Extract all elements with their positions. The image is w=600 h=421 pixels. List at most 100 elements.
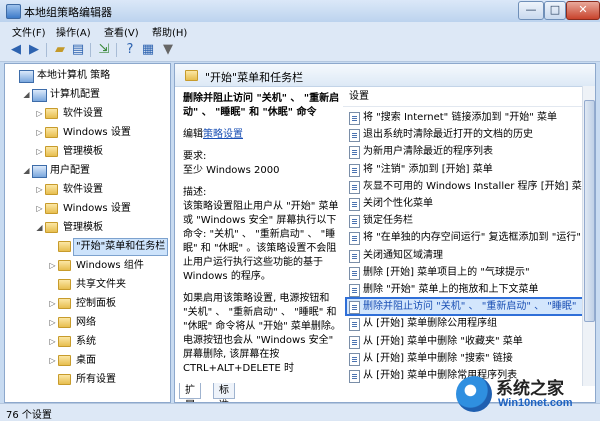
tree-item[interactable]: ▷ Windows 设置 xyxy=(5,201,170,217)
setting-row[interactable]: 将 "在单独的内存空间运行" 复选框添加到 "运行" 对 xyxy=(347,230,583,246)
policy-setting-icon xyxy=(349,266,360,280)
menu-view[interactable]: 查看(V) xyxy=(104,24,139,39)
setting-row[interactable]: 将 "搜索 Internet" 链接添加到 "开始" 菜单 xyxy=(347,110,583,125)
tree-expander-icon[interactable]: ▷ xyxy=(48,334,57,350)
edit-policy-link[interactable]: 策略设置 xyxy=(203,129,243,140)
tree-item[interactable]: ▷ 控制面板 xyxy=(5,296,170,312)
folder-icon xyxy=(185,70,198,81)
scrollbar-thumb[interactable] xyxy=(584,100,595,322)
tree-expander-icon[interactable]: ▷ xyxy=(35,106,44,122)
maximize-button[interactable]: □ xyxy=(544,1,566,20)
tree-expander-icon[interactable]: ▷ xyxy=(48,258,57,274)
policy-setting-icon xyxy=(349,352,360,366)
tree-item[interactable]: ▷ 软件设置 xyxy=(5,182,170,198)
filter-icon[interactable]: ▼ xyxy=(160,42,176,58)
tree-expander-icon[interactable]: ▷ xyxy=(35,182,44,198)
toolbar-separator xyxy=(116,43,117,57)
description-text-2: 如果启用该策略设置, 电源按钮和 "关机" 、 "重新启动" 、 "睡眠" 和 … xyxy=(183,293,341,374)
setting-row[interactable]: 关闭通知区域清理 xyxy=(347,248,583,263)
folder-icon xyxy=(45,108,58,119)
setting-row[interactable]: 从 [开始] 菜单中删除 "收藏夹" 菜单 xyxy=(347,334,583,349)
tree-item[interactable]: ◢ 计算机配置 xyxy=(5,87,170,103)
menu-file[interactable]: 文件(F) xyxy=(12,24,46,39)
properties-icon[interactable]: ▦ xyxy=(140,42,156,58)
setting-name: 将 "在单独的内存空间运行" 复选框添加到 "运行" 对 xyxy=(363,232,583,244)
setting-row[interactable]: 删除 [开始] 菜单项目上的 "气球提示" xyxy=(347,265,583,280)
setting-row[interactable]: 从 [开始] 菜单删除公用程序组 xyxy=(347,316,583,332)
tree-item[interactable]: ▷ 软件设置 xyxy=(5,106,170,122)
setting-row[interactable]: 删除 "开始" 菜单上的拖放和上下文菜单 xyxy=(347,282,583,297)
show-hide-tree-icon[interactable]: ▤ xyxy=(70,42,86,58)
tree-expander-icon[interactable]: ▷ xyxy=(48,353,57,369)
tree-item[interactable]: "开始"菜单和任务栏 xyxy=(5,238,170,256)
tree-expander-icon[interactable]: ▷ xyxy=(48,315,57,331)
setting-row[interactable]: 删除并阻止访问 "关机" 、 "重新启动" 、 "睡眠" xyxy=(345,297,585,317)
settings-list[interactable]: 设置 将 "搜索 Internet" 链接添加到 "开始" 菜单退出系统时清除最… xyxy=(343,86,595,386)
pane-header: "开始"菜单和任务栏 xyxy=(175,64,595,87)
requirements-label: 要求: xyxy=(183,151,207,162)
setting-row[interactable]: 退出系统时清除最近打开的文档的历史 xyxy=(347,127,583,143)
tree-item[interactable]: 共享文件夹 xyxy=(5,277,170,293)
policy-setting-icon xyxy=(349,146,360,160)
policy-setting-icon xyxy=(349,284,360,297)
setting-name: 从 [开始] 菜单中删除 "搜索" 链接 xyxy=(363,352,513,364)
menu-action[interactable]: 操作(A) xyxy=(56,24,91,39)
up-folder-icon[interactable]: ▰ xyxy=(52,42,68,58)
tree-item-label: 计算机配置 xyxy=(50,89,100,100)
requirements: 要求: 至少 Windows 2000 xyxy=(183,150,341,178)
folder-icon xyxy=(58,374,71,385)
export-list-icon[interactable]: ⇲ xyxy=(96,42,112,58)
back-arrow-icon[interactable]: ◀ xyxy=(8,42,24,58)
tree-item[interactable]: ▷ Windows 组件 xyxy=(5,258,170,274)
tree-item[interactable]: ▷ 网络 xyxy=(5,315,170,331)
tree-item[interactable]: ◢ 管理模板 xyxy=(5,220,170,236)
tree-item[interactable]: 所有设置 xyxy=(5,372,170,388)
policy-tree[interactable]: 本地计算机 策略 ◢ 计算机配置 ▷ 软件设置 ▷ Windows 设置 ▷ 管理模板 ◢ 用户配置… xyxy=(4,63,171,403)
setting-row[interactable]: 将 "注销" 添加到 [开始] 菜单 xyxy=(347,162,583,177)
watermark-text: 系统之家 xyxy=(496,379,564,399)
menu-help[interactable]: 帮助(H) xyxy=(152,24,187,39)
tree-expander-icon[interactable]: ▷ xyxy=(35,125,44,141)
vertical-scrollbar[interactable] xyxy=(582,86,595,386)
tree-expander-icon[interactable]: ◢ xyxy=(35,220,44,236)
setting-row[interactable]: 锁定任务栏 xyxy=(347,213,583,229)
folder-icon xyxy=(58,298,71,309)
tree-expander-icon[interactable]: ◢ xyxy=(22,87,31,103)
tree-item[interactable]: 本地计算机 策略 xyxy=(5,68,170,84)
tree-expander-icon[interactable]: ▷ xyxy=(48,296,57,312)
tree-item[interactable]: ▷ 桌面 xyxy=(5,353,170,369)
tree-item[interactable]: ▷ 管理模板 xyxy=(5,144,170,160)
minimize-button[interactable]: — xyxy=(518,1,544,20)
tree-expander-icon[interactable]: ▷ xyxy=(35,201,44,217)
tree-expander-icon[interactable]: ◢ xyxy=(22,163,31,179)
folder-icon xyxy=(58,317,71,328)
computer-icon xyxy=(32,89,47,102)
policy-setting-icon xyxy=(349,318,360,332)
setting-name: 从 [开始] 菜单删除公用程序组 xyxy=(363,318,498,330)
setting-name: 关闭通知区域清理 xyxy=(363,249,443,261)
watermark-logo: 系统之家 Win10net.com xyxy=(450,372,600,419)
folder-icon xyxy=(45,127,58,138)
tree-expander-icon[interactable]: ▷ xyxy=(35,144,44,160)
setting-name: 删除 "开始" 菜单上的拖放和上下文菜单 xyxy=(363,284,539,295)
forward-arrow-icon[interactable]: ▶ xyxy=(26,42,42,58)
title-bar[interactable]: 本地组策略编辑器 — □ ✕ xyxy=(0,0,600,22)
list-column-header[interactable]: 设置 xyxy=(343,88,589,107)
tab-standard[interactable]: 标准 xyxy=(213,383,235,402)
folder-icon xyxy=(58,241,71,252)
tree-item[interactable]: ▷ Windows 设置 xyxy=(5,125,170,141)
pane-header-title: "开始"菜单和任务栏 xyxy=(205,71,304,84)
tab-extended[interactable]: 扩展 xyxy=(179,383,201,402)
folder-icon xyxy=(45,146,58,157)
setting-row[interactable]: 从 [开始] 菜单中删除 "搜索" 链接 xyxy=(347,351,583,366)
folder-icon xyxy=(58,355,71,366)
setting-row[interactable]: 关闭个性化菜单 xyxy=(347,196,583,211)
setting-name: 将 "搜索 Internet" 链接添加到 "开始" 菜单 xyxy=(363,112,557,123)
close-button[interactable]: ✕ xyxy=(566,1,600,20)
tree-item[interactable]: ▷ 系统 xyxy=(5,334,170,350)
tree-item[interactable]: ◢ 用户配置 xyxy=(5,163,170,179)
folder-icon xyxy=(45,184,58,195)
help-icon[interactable]: ? xyxy=(122,42,138,58)
setting-row[interactable]: 灰显不可用的 Windows Installer 程序 [开始] 菜单 xyxy=(347,179,583,194)
setting-row[interactable]: 为新用户清除最近的程序列表 xyxy=(347,144,583,160)
